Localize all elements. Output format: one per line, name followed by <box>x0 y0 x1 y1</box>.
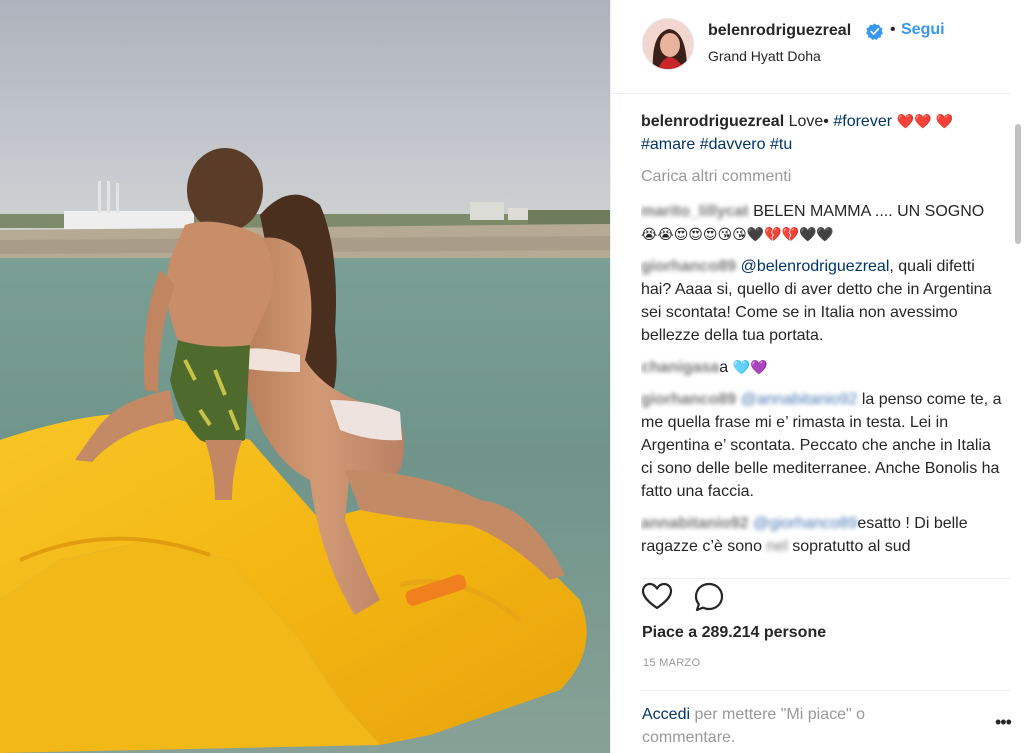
heart-outline-icon[interactable] <box>641 581 673 613</box>
comment-item: annabitanio92 @giorhanco89esatto ! Di be… <box>641 512 1005 558</box>
caption-text: Love• <box>788 113 829 130</box>
comment-item: giorhanco89 @belenrodriguezreal, quali d… <box>641 255 1005 347</box>
comment-item: giorhanco89 @annabitanio92 la penso come… <box>641 388 1005 503</box>
beach-photo-illustration <box>0 148 610 753</box>
heart-emoji: ❤️ <box>896 113 914 129</box>
avatar-image <box>643 19 693 69</box>
comments-scrollbar[interactable] <box>1014 104 1022 584</box>
hashtag-davvero[interactable]: #davvero <box>700 136 766 153</box>
author-username[interactable]: belenrodriguezreal <box>708 22 851 40</box>
comment-username[interactable]: chanigasa <box>641 359 719 376</box>
comment-username[interactable]: annabitanio92 <box>641 515 749 532</box>
author-avatar[interactable] <box>642 18 694 70</box>
verified-badge-icon <box>866 23 883 40</box>
comments-list[interactable]: belenrodriguezreal Love• #forever ❤️❤️ ❤… <box>641 110 1005 568</box>
likes-count[interactable]: Piace a 289.214 persone <box>642 624 826 642</box>
comment-emojis: 😭😭😍😍😍😘😘🖤💔💔🖤🖤 <box>641 226 834 242</box>
login-link[interactable]: Accedi <box>642 706 690 723</box>
comment-text: a <box>719 359 729 376</box>
comment-item: marito_lillycat BELEN MAMMA .... UN SOGN… <box>641 200 1005 246</box>
post-date[interactable]: 15 MARZO <box>643 657 700 669</box>
post-actions <box>641 578 1011 614</box>
hashtag-amare[interactable]: #amare <box>641 136 695 153</box>
hashtag-forever[interactable]: #forever <box>833 113 892 130</box>
comment-emojis: 🩵💜 <box>732 359 768 375</box>
comment-username[interactable]: marito_lillycat <box>641 203 749 220</box>
comment-text: sopratutto al sud <box>792 538 911 555</box>
comment-item: chanigasaa 🩵💜 <box>641 356 1005 379</box>
caption: belenrodriguezreal Love• #forever ❤️❤️ ❤… <box>641 110 1005 156</box>
comment-mention[interactable]: @giorhanco89 <box>753 515 857 532</box>
comment-username[interactable]: giorhanco89 <box>641 391 736 408</box>
follow-button[interactable]: Segui <box>901 21 945 39</box>
load-more-comments-button[interactable]: Carica altri commenti <box>641 165 1005 188</box>
scrollbar-thumb[interactable] <box>1015 124 1021 244</box>
speech-bubble-icon[interactable] <box>693 581 725 613</box>
comment-mention[interactable]: @belenrodriguezreal <box>741 258 890 275</box>
post-photo[interactable] <box>0 0 610 753</box>
post-location[interactable]: Grand Hyatt Doha <box>708 48 821 64</box>
login-text-container: Accedi per mettere "Mi piace" o commenta… <box>642 703 942 749</box>
ellipsis-icon[interactable]: ••• <box>995 713 1012 731</box>
login-prompt: Accedi per mettere "Mi piace" o commenta… <box>641 690 1012 753</box>
comment-text-blurred: nel <box>766 538 788 555</box>
separator-dot: • <box>890 21 896 38</box>
post-header: belenrodriguezreal • Segui Grand Hyatt D… <box>611 0 1011 94</box>
caption-username[interactable]: belenrodriguezreal <box>641 113 784 130</box>
comment-text: BELEN MAMMA .... UN SOGNO <box>753 203 985 220</box>
heart-emoji: ❤️ <box>913 113 932 129</box>
heart-emoji: ❤️ <box>935 113 954 129</box>
post-side-panel: belenrodriguezreal • Segui Grand Hyatt D… <box>610 0 1024 753</box>
comment-username[interactable]: giorhanco89 <box>641 258 736 275</box>
hashtag-tu[interactable]: #tu <box>770 136 792 153</box>
comment-mention[interactable]: @annabitanio92 <box>741 391 858 408</box>
